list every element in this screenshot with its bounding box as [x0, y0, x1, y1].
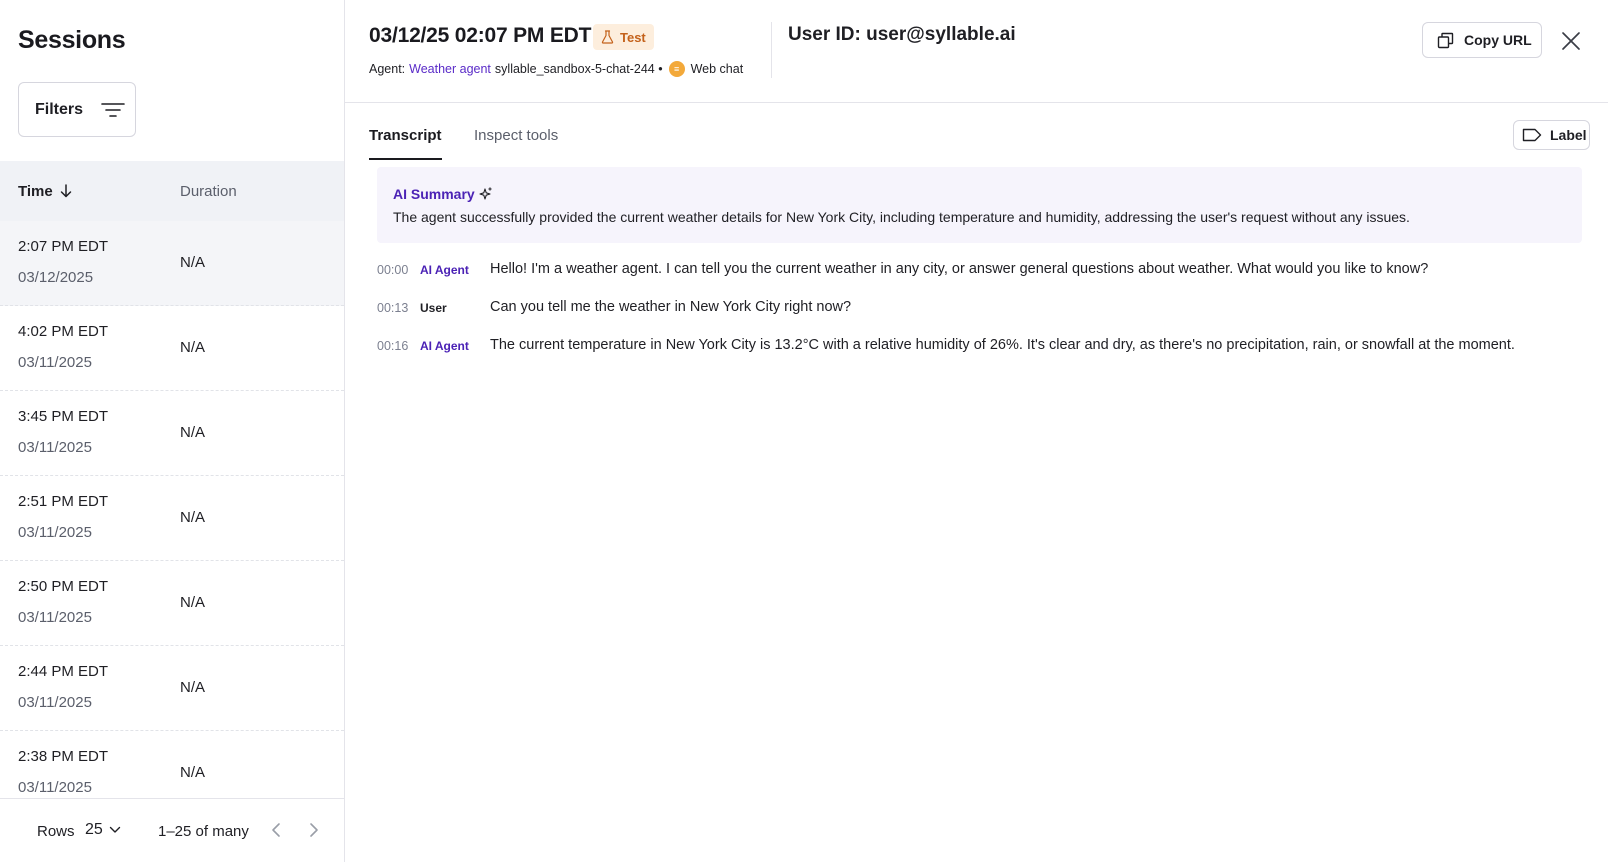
message-speaker: User: [420, 301, 447, 315]
session-row[interactable]: 2:51 PM EDT 03/11/2025 N/A: [0, 476, 344, 561]
session-time: 2:50 PM EDT: [18, 578, 109, 595]
transcript-message: 00:00 AI Agent Hello! I'm a weather agen…: [377, 261, 1597, 281]
header-divider: [771, 22, 772, 78]
chevron-down-icon: [109, 826, 120, 833]
session-meta: Agent: Weather agent syllable_sandbox-5-…: [369, 61, 743, 77]
message-speaker: AI Agent: [420, 339, 469, 353]
time-column-label: Time: [18, 182, 53, 200]
session-time: 2:51 PM EDT: [18, 493, 109, 510]
message-timestamp: 00:16: [377, 339, 409, 353]
user-id: User ID: user@syllable.ai: [788, 24, 1016, 45]
duration-column-header[interactable]: Duration: [180, 183, 237, 200]
session-duration: N/A: [180, 509, 206, 526]
agent-id: syllable_sandbox-5-chat-244 •: [494, 62, 663, 76]
session-time: 4:02 PM EDT: [18, 323, 109, 340]
session-duration: N/A: [180, 764, 206, 781]
session-row[interactable]: 4:02 PM EDT 03/11/2025 N/A: [0, 306, 344, 391]
ai-summary-heading: AI Summary: [393, 186, 475, 202]
rows-per-page-select[interactable]: 25: [85, 821, 121, 839]
pagination-bar: Rows 25 1–25 of many: [0, 798, 344, 862]
test-badge-label: Test: [620, 29, 646, 45]
tab-inspect-tools[interactable]: Inspect tools: [474, 127, 558, 158]
tag-icon: [1522, 128, 1542, 142]
message-text: Can you tell me the weather in New York …: [490, 299, 852, 315]
message-speaker: AI Agent: [420, 263, 469, 277]
session-detail-header: 03/12/25 02:07 PM EDT Test Agent: Weathe…: [345, 0, 1608, 103]
ai-summary-text: The agent successfully provided the curr…: [393, 209, 1410, 225]
time-column-header[interactable]: Time: [18, 183, 73, 200]
transcript-message: 00:13 User Can you tell me the weather i…: [377, 299, 1597, 319]
copy-url-label: Copy URL: [1464, 32, 1532, 48]
pagination-range: 1–25 of many: [158, 823, 249, 840]
session-duration: N/A: [180, 424, 206, 441]
sessions-table-header: Time Duration: [0, 161, 344, 221]
close-icon[interactable]: [1560, 30, 1582, 52]
sidebar-title: Sessions: [18, 26, 126, 54]
session-date: 03/11/2025: [18, 609, 92, 626]
filter-lines-icon: [101, 102, 125, 117]
test-badge: Test: [593, 24, 654, 50]
session-row[interactable]: 2:38 PM EDT 03/11/2025 N/A: [0, 731, 344, 798]
session-time: 2:38 PM EDT: [18, 748, 109, 765]
session-date: 03/11/2025: [18, 439, 92, 456]
ai-summary-title: AI Summary: [393, 186, 493, 202]
label-button[interactable]: Label: [1513, 120, 1590, 150]
session-date: 03/11/2025: [18, 524, 92, 541]
sort-descending-icon: [60, 184, 71, 198]
label-button-text: Label: [1550, 127, 1587, 143]
tab-transcript[interactable]: Transcript: [369, 127, 442, 160]
copy-url-button[interactable]: Copy URL: [1422, 22, 1542, 58]
session-duration: N/A: [180, 254, 206, 271]
session-date: 03/11/2025: [18, 354, 92, 371]
session-row[interactable]: 2:07 PM EDT 03/12/2025 N/A: [0, 221, 344, 306]
session-duration: N/A: [180, 594, 206, 611]
sparkle-icon: [479, 187, 492, 200]
session-row[interactable]: 3:45 PM EDT 03/11/2025 N/A: [0, 391, 344, 476]
session-duration: N/A: [180, 339, 206, 356]
session-time: 3:45 PM EDT: [18, 408, 109, 425]
filters-label: Filters: [35, 100, 84, 118]
session-date: 03/11/2025: [18, 779, 92, 796]
web-chat-icon: ≡: [668, 61, 685, 77]
message-timestamp: 00:13: [377, 301, 409, 315]
copy-icon: [1437, 32, 1454, 48]
session-duration: N/A: [180, 679, 206, 696]
previous-page-icon[interactable]: [268, 821, 286, 839]
detail-tabs: Transcript Inspect tools Label: [345, 103, 1608, 160]
transcript-message: 00:16 AI Agent The current temperature i…: [377, 337, 1597, 357]
flask-icon: [601, 30, 614, 44]
message-timestamp: 00:00: [377, 263, 409, 277]
sessions-list: 2:07 PM EDT 03/12/2025 N/A 4:02 PM EDT 0…: [0, 221, 344, 798]
ai-summary-panel: AI Summary The agent successfully provid…: [377, 167, 1582, 243]
next-page-icon[interactable]: [304, 821, 322, 839]
session-date: 03/12/2025: [18, 269, 94, 286]
session-time: 2:44 PM EDT: [18, 663, 109, 680]
channel-name: Web chat: [690, 62, 744, 76]
agent-label: Agent:: [369, 62, 406, 76]
rows-per-page-label: Rows: [37, 823, 75, 840]
rows-per-page-value: 25: [85, 821, 103, 838]
message-text: The current temperature in New York City…: [490, 337, 1515, 353]
session-time: 2:07 PM EDT: [18, 238, 109, 255]
filters-button[interactable]: Filters: [18, 82, 136, 137]
sessions-sidebar: Sessions Filters Time Duration 2:07 PM E…: [0, 0, 345, 862]
agent-name-link[interactable]: Weather agent: [409, 62, 491, 76]
session-row[interactable]: 2:50 PM EDT 03/11/2025 N/A: [0, 561, 344, 646]
session-row[interactable]: 2:44 PM EDT 03/11/2025 N/A: [0, 646, 344, 731]
session-datetime-title: 03/12/25 02:07 PM EDT: [369, 24, 592, 47]
session-date: 03/11/2025: [18, 694, 92, 711]
message-text: Hello! I'm a weather agent. I can tell y…: [490, 261, 1429, 277]
